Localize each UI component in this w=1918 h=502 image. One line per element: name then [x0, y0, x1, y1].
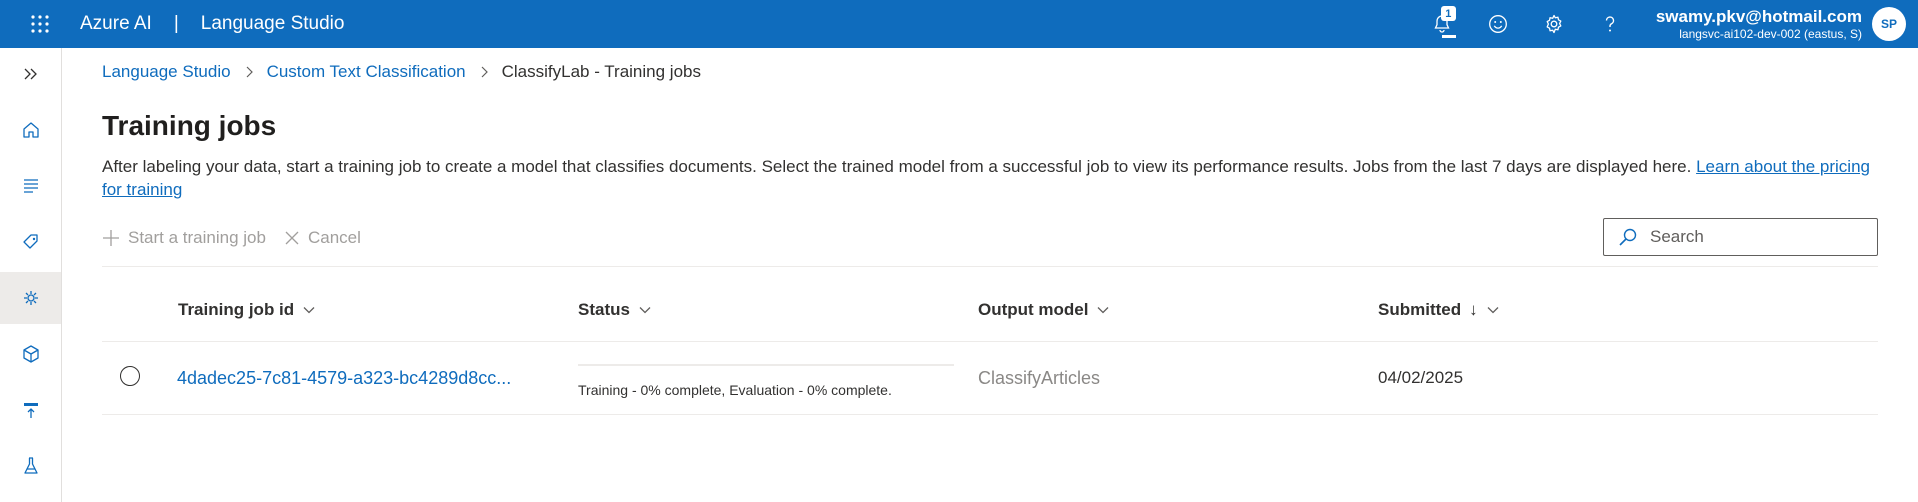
tag-icon — [22, 234, 38, 249]
search-icon — [1619, 228, 1637, 246]
deploy-icon — [23, 403, 38, 418]
search-box[interactable] — [1603, 218, 1878, 256]
gear-icon — [1546, 14, 1562, 34]
row-select-radio[interactable] — [120, 366, 140, 386]
nav-testing[interactable] — [0, 440, 61, 492]
divider — [102, 266, 1878, 267]
start-training-label: Start a training job — [128, 228, 266, 247]
training-progress-bar — [578, 364, 954, 366]
test-flask-icon — [23, 457, 38, 474]
search-input[interactable] — [1648, 226, 1862, 248]
plus-icon — [103, 230, 119, 246]
breadcrumb-language-studio[interactable]: Language Studio — [102, 62, 231, 82]
nav-expand-button[interactable] — [0, 48, 61, 100]
question-mark-icon — [1605, 16, 1614, 32]
chevron-down-icon — [639, 307, 651, 314]
close-icon — [285, 231, 299, 245]
brand-name[interactable]: Azure AI — [80, 13, 152, 35]
home-icon — [22, 122, 39, 138]
model-cube-icon — [22, 345, 39, 363]
cancel-label: Cancel — [307, 228, 361, 247]
nav-data-labeling[interactable] — [0, 160, 61, 212]
left-nav — [0, 48, 62, 502]
smiley-icon — [1488, 15, 1507, 33]
training-job-id-link[interactable]: 4dadec25-7c81-4579-a323-bc4289d8cc... — [177, 368, 511, 389]
chevron-down-icon — [1487, 307, 1499, 314]
notification-indicator — [1441, 35, 1456, 38]
output-model: ClassifyArticles — [978, 368, 1101, 388]
nav-label-data[interactable] — [0, 216, 61, 268]
feedback-button[interactable] — [1470, 0, 1526, 48]
cancel-button[interactable]: Cancel — [284, 228, 361, 248]
column-header-output-model[interactable]: Output model — [978, 300, 1110, 320]
chevron-down-icon — [303, 307, 315, 314]
column-header-label: Training job id — [178, 300, 295, 319]
expand-icon — [24, 68, 37, 80]
breadcrumb-current: ClassifyLab - Training jobs — [501, 62, 701, 81]
table-row[interactable]: 4dadec25-7c81-4579-a323-bc4289d8cc... Tr… — [102, 342, 1878, 415]
resource-name: langsvc-ai102-dev-002 (eastus, S) — [1679, 26, 1862, 41]
status-text: Training - 0% complete, Evaluation - 0% … — [578, 382, 892, 398]
page-description: After labeling your data, start a traini… — [102, 155, 1882, 201]
notifications-button[interactable]: 1 — [1414, 0, 1470, 48]
nav-model-performance[interactable] — [0, 328, 61, 380]
notification-count-badge: 1 — [1440, 6, 1456, 21]
sort-descending-icon: ↓ — [1469, 300, 1478, 319]
top-bar: Azure AI | Language Studio 1 swamy.pkv@h… — [0, 0, 1918, 48]
column-header-job-id[interactable]: Training job id — [178, 300, 316, 320]
breadcrumb: Language Studio Custom Text Classificati… — [102, 62, 701, 82]
description-text: After labeling your data, start a traini… — [102, 157, 1697, 176]
chevron-right-icon — [478, 66, 490, 78]
training-icon — [23, 291, 38, 305]
column-header-label: Status — [578, 300, 630, 319]
start-training-button[interactable]: Start a training job — [102, 228, 266, 248]
column-header-label: Output model — [978, 300, 1089, 319]
user-email: swamy.pkv@hotmail.com — [1655, 6, 1862, 26]
column-header-label: Submitted — [1378, 300, 1462, 319]
account-info[interactable]: swamy.pkv@hotmail.com langsvc-ai102-dev-… — [1656, 7, 1862, 42]
nav-deploy[interactable] — [0, 384, 61, 436]
command-bar: Start a training job Cancel — [102, 220, 379, 256]
nav-training-jobs[interactable] — [0, 272, 61, 324]
help-button[interactable] — [1582, 0, 1638, 48]
column-header-status[interactable]: Status — [578, 300, 652, 320]
brand-separator: | — [173, 13, 179, 34]
page-title: Training jobs — [102, 110, 277, 141]
document-list-icon — [23, 179, 38, 193]
column-header-submitted[interactable]: Submitted ↓ — [1378, 300, 1500, 320]
app-launcher-button[interactable] — [0, 0, 80, 48]
avatar[interactable]: SP — [1872, 7, 1906, 41]
product-name[interactable]: Language Studio — [201, 13, 345, 35]
chevron-down-icon — [1098, 307, 1109, 314]
submitted-date: 04/02/2025 — [1378, 368, 1464, 387]
breadcrumb-custom-text-classification[interactable]: Custom Text Classification — [267, 62, 466, 82]
nav-home[interactable] — [0, 104, 61, 156]
waffle-icon — [31, 15, 49, 33]
settings-button[interactable] — [1526, 0, 1582, 48]
chevron-right-icon — [243, 66, 255, 78]
